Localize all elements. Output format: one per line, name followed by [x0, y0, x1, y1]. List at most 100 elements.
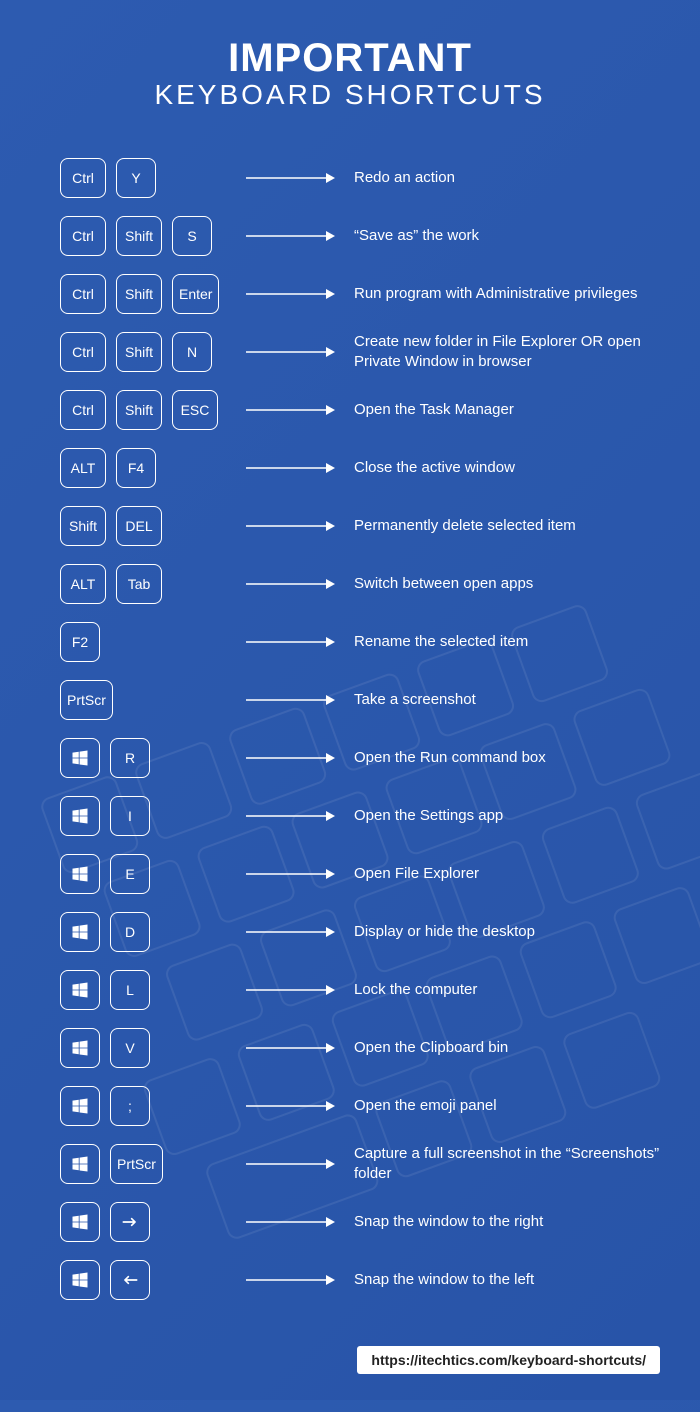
key-cap: DEL [116, 506, 162, 546]
arrow-right-icon [246, 171, 336, 185]
windows-key-icon [60, 796, 100, 836]
windows-key-icon [60, 854, 100, 894]
arrow-right-icon [246, 1041, 336, 1055]
key-cap: Ctrl [60, 390, 106, 430]
arrow-right-icon [246, 403, 336, 417]
key-combo [60, 1260, 240, 1300]
arrow-right-icon [246, 693, 336, 707]
shortcut-row: CtrlShiftN Create new folder in File Expl… [60, 323, 700, 381]
shortcut-description: Close the active window [354, 458, 515, 478]
key-combo: CtrlShiftEnter [60, 274, 240, 314]
key-cap: F2 [60, 622, 100, 662]
key-cap: Y [116, 158, 156, 198]
windows-key-icon [60, 1144, 100, 1184]
shortcut-description: Take a screenshot [354, 690, 476, 710]
key-combo: ALTTab [60, 564, 240, 604]
key-cap: S [172, 216, 212, 256]
arrow-right-icon [246, 809, 336, 823]
key-cap: PrtScr [60, 680, 113, 720]
windows-key-icon [60, 738, 100, 778]
key-combo: D [60, 912, 240, 952]
shortcut-description: Switch between open apps [354, 574, 533, 594]
shortcut-row: CtrlY Redo an action [60, 149, 700, 207]
shortcut-description: Open the Clipboard bin [354, 1038, 508, 1058]
shortcut-description: Rename the selected item [354, 632, 528, 652]
key-combo: L [60, 970, 240, 1010]
windows-key-icon [60, 1260, 100, 1300]
key-cap: D [110, 912, 150, 952]
arrow-right-icon [246, 345, 336, 359]
shortcut-description: Open the Settings app [354, 806, 503, 826]
arrow-right-key-icon [110, 1202, 150, 1242]
key-combo [60, 1202, 240, 1242]
key-cap: Shift [116, 216, 162, 256]
key-combo: CtrlY [60, 158, 240, 198]
shortcut-description: Snap the window to the right [354, 1212, 543, 1232]
key-cap: Ctrl [60, 274, 106, 314]
shortcut-description: Redo an action [354, 168, 455, 188]
arrow-right-icon [246, 751, 336, 765]
key-cap: Ctrl [60, 216, 106, 256]
arrow-right-icon [246, 983, 336, 997]
shortcut-row: EOpen File Explorer [60, 845, 700, 903]
key-cap: L [110, 970, 150, 1010]
key-combo: PrtScr [60, 1144, 240, 1184]
shortcut-row: D Display or hide the desktop [60, 903, 700, 961]
key-combo: CtrlShiftN [60, 332, 240, 372]
arrow-right-icon [246, 229, 336, 243]
shortcut-list: CtrlYRedo an actionCtrlShiftS“Save as” t… [0, 131, 700, 1309]
key-cap: PrtScr [110, 1144, 163, 1184]
arrow-right-icon [246, 867, 336, 881]
arrow-right-icon [246, 577, 336, 591]
key-cap: ALT [60, 564, 106, 604]
key-combo: ALTF4 [60, 448, 240, 488]
key-combo: E [60, 854, 240, 894]
arrow-right-icon [246, 1157, 336, 1171]
shortcut-row: R Open the Run command box [60, 729, 700, 787]
arrow-right-icon [246, 519, 336, 533]
windows-key-icon [60, 1028, 100, 1068]
shortcut-description: “Save as” the work [354, 226, 479, 246]
key-cap: I [110, 796, 150, 836]
header: IMPORTANT KEYBOARD SHORTCUTS [0, 0, 700, 131]
shortcut-row: ALTF4 Close the active window [60, 439, 700, 497]
shortcut-row: ShiftDELPermanently delete selected item [60, 497, 700, 555]
arrow-right-icon [246, 635, 336, 649]
key-cap: Ctrl [60, 158, 106, 198]
windows-key-icon [60, 970, 100, 1010]
shortcut-row: PrtScrCapture a full screenshot in the “… [60, 1135, 700, 1193]
key-combo: V [60, 1028, 240, 1068]
shortcut-row: Snap the window to the left [60, 1251, 700, 1309]
shortcut-row: F2 Rename the selected item [60, 613, 700, 671]
arrow-right-icon [246, 1273, 336, 1287]
key-cap: Shift [60, 506, 106, 546]
windows-key-icon [60, 1086, 100, 1126]
shortcut-row: CtrlShiftS “Save as” the work [60, 207, 700, 265]
shortcut-row: V Open the Clipboard bin [60, 1019, 700, 1077]
windows-key-icon [60, 1202, 100, 1242]
shortcut-description: Run program with Administrative privileg… [354, 284, 637, 304]
shortcut-row: ALTTab Switch between open apps [60, 555, 700, 613]
key-cap: Ctrl [60, 332, 106, 372]
key-cap: N [172, 332, 212, 372]
key-combo: I [60, 796, 240, 836]
key-cap: ALT [60, 448, 106, 488]
shortcut-row: LLock the computer [60, 961, 700, 1019]
key-combo: CtrlShiftESC [60, 390, 240, 430]
key-combo: PrtScr [60, 680, 240, 720]
key-cap: Shift [116, 390, 162, 430]
shortcut-description: Open the emoji panel [354, 1096, 497, 1116]
shortcut-description: Open the Run command box [354, 748, 546, 768]
key-cap: Shift [116, 332, 162, 372]
key-cap: F4 [116, 448, 156, 488]
windows-key-icon [60, 912, 100, 952]
key-combo: F2 [60, 622, 240, 662]
arrow-right-icon [246, 287, 336, 301]
source-url: https://itechtics.com/keyboard-shortcuts… [357, 1346, 660, 1374]
shortcut-description: Display or hide the desktop [354, 922, 535, 942]
title-line-2: KEYBOARD SHORTCUTS [0, 79, 700, 111]
key-combo: ShiftDEL [60, 506, 240, 546]
key-combo: R [60, 738, 240, 778]
shortcut-description: Create new folder in File Explorer OR op… [354, 332, 664, 373]
key-cap: Shift [116, 274, 162, 314]
